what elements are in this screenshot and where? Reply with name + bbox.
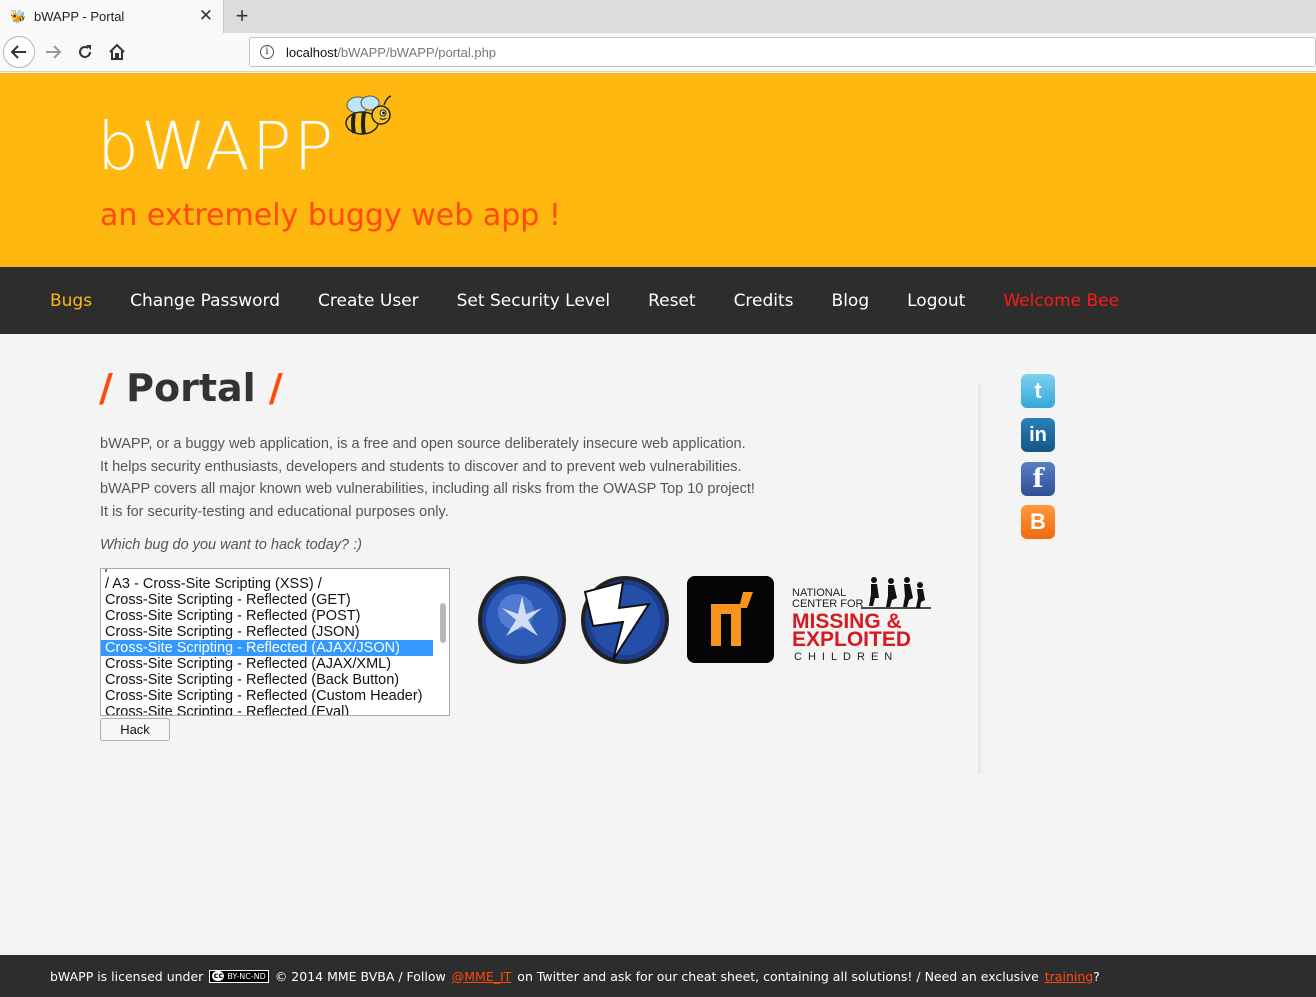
owasp-logo-icon[interactable] [476, 574, 568, 666]
page-title: / Portal / [99, 366, 283, 410]
bee-logo-icon [345, 95, 392, 135]
tab-title: bWAPP - Portal [34, 9, 125, 24]
intro-line: It helps security enthusiasts, developer… [100, 458, 742, 475]
reload-icon[interactable] [69, 36, 101, 68]
ncmec-line4: EXPLOITED [792, 628, 911, 651]
intro-text: bWAPP, or a buggy web application, is a … [100, 433, 755, 523]
menu-item-blog[interactable]: Blog [832, 291, 870, 311]
twitter-icon[interactable]: t [1021, 374, 1055, 408]
bug-option[interactable]: Cross-Site Scripting - Reflected (Custom… [101, 688, 449, 704]
intro-line: It is for security-testing and education… [100, 503, 449, 520]
home-icon[interactable] [101, 36, 133, 68]
bug-option[interactable]: / A3 - Cross-Site Scripting (XSS) / [101, 576, 449, 592]
menu-item-logout[interactable]: Logout [907, 291, 965, 311]
linkedin-icon[interactable]: in [1021, 418, 1055, 452]
cc-icon: cc [212, 971, 225, 981]
netsparker-logo-icon[interactable] [687, 576, 774, 663]
url-host: localhost [286, 44, 338, 60]
bug-option[interactable]: Cross-Site Scripting - Reflected (POST) [101, 608, 449, 624]
url-bar[interactable]: i localhost/bWAPP/bWAPP/portal.php [249, 37, 1316, 67]
blogger-icon[interactable]: B [1021, 505, 1055, 539]
footer-text-end: ? [1093, 968, 1100, 984]
bug-select-list[interactable]: / / A3 - Cross-Site Scripting (XSS) / Cr… [100, 568, 450, 716]
menu-item-change-password[interactable]: Change Password [130, 291, 280, 311]
bug-option[interactable]: / [101, 569, 449, 576]
bug-option[interactable]: Cross-Site Scripting - Reflected (Eval) [101, 704, 449, 715]
main-content: / Portal / bWAPP, or a buggy web applica… [0, 334, 1316, 955]
site-header: bWAPP an extremely buggy web app ! [0, 73, 1316, 267]
url-path: /bWAPP/bWAPP/portal.php [337, 44, 497, 60]
site-info-icon[interactable]: i [260, 45, 274, 59]
footer-twitter-link[interactable]: @MME_IT [452, 969, 512, 984]
menu-item-set-security-level[interactable]: Set Security Level [457, 291, 610, 311]
menu-item-credits[interactable]: Credits [734, 291, 794, 311]
owasp-zap-logo-icon[interactable] [579, 574, 671, 666]
site-footer: bWAPP is licensed under cc BY-NC-ND © 201… [0, 955, 1316, 997]
title-slash-right: / [268, 366, 283, 410]
bug-option[interactable]: Cross-Site Scripting - Reflected (Back B… [101, 672, 449, 688]
browser-navbar: i localhost/bWAPP/bWAPP/portal.php [0, 33, 1316, 72]
facebook-icon[interactable]: f [1021, 462, 1055, 496]
bug-option[interactable]: Cross-Site Scripting - Reflected (JSON) [101, 624, 449, 640]
back-arrow-icon[interactable] [3, 36, 35, 68]
site-tagline: an extremely buggy web app ! [100, 198, 561, 233]
cc-license-badge[interactable]: cc BY-NC-ND [209, 969, 269, 983]
intro-line: bWAPP covers all major known web vulnera… [100, 481, 755, 497]
title-slash-left: / [99, 366, 113, 410]
site-logo[interactable]: bWAPP [97, 108, 335, 185]
menu-item-bugs[interactable]: Bugs [50, 291, 92, 311]
ncmec-line2: CENTER FOR [792, 598, 864, 610]
menu-item-reset[interactable]: Reset [648, 291, 696, 311]
intro-line: bWAPP, or a buggy web application, is a … [100, 436, 746, 452]
cc-label: BY-NC-ND [227, 971, 266, 981]
ncmec-line5: CHILDREN [794, 651, 898, 663]
browser-tabbar: 🐝 bWAPP - Portal ✕ + [0, 0, 1316, 33]
new-tab-icon[interactable]: + [230, 3, 254, 29]
bug-option[interactable]: Cross-Site Scripting - Reflected (AJAX/X… [101, 656, 449, 672]
forward-arrow-icon[interactable] [37, 36, 69, 68]
menu-item-create-user[interactable]: Create User [318, 291, 419, 311]
bug-question: Which bug do you want to hack today? :) [100, 537, 362, 553]
ncmec-logo[interactable]: NATIONAL CENTER FOR MISSING & EXPLOITED … [791, 576, 936, 664]
bee-favicon-icon: 🐝 [10, 8, 27, 24]
browser-tab[interactable]: 🐝 bWAPP - Portal ✕ [0, 0, 224, 33]
bug-option-selected[interactable]: Cross-Site Scripting - Reflected (AJAX/J… [101, 640, 433, 656]
footer-training-link[interactable]: training [1045, 969, 1093, 984]
page-title-text: Portal [126, 366, 256, 410]
bug-option[interactable]: Cross-Site Scripting - Reflected (GET) [101, 592, 449, 608]
footer-text-license: bWAPP is licensed under [50, 968, 204, 984]
sidebar-divider [978, 384, 983, 774]
main-menu: Bugs Change Password Create User Set Sec… [0, 267, 1316, 334]
hack-button[interactable]: Hack [100, 718, 170, 741]
menu-item-welcome[interactable]: Welcome Bee [1003, 291, 1119, 311]
footer-text-cheatsheet: on Twitter and ask for our cheat sheet, … [517, 968, 1039, 984]
list-scrollbar-thumb[interactable] [440, 603, 446, 643]
footer-text-copyright: © 2014 MME BVBA / Follow [274, 968, 446, 984]
tab-close-icon[interactable]: ✕ [199, 7, 213, 25]
